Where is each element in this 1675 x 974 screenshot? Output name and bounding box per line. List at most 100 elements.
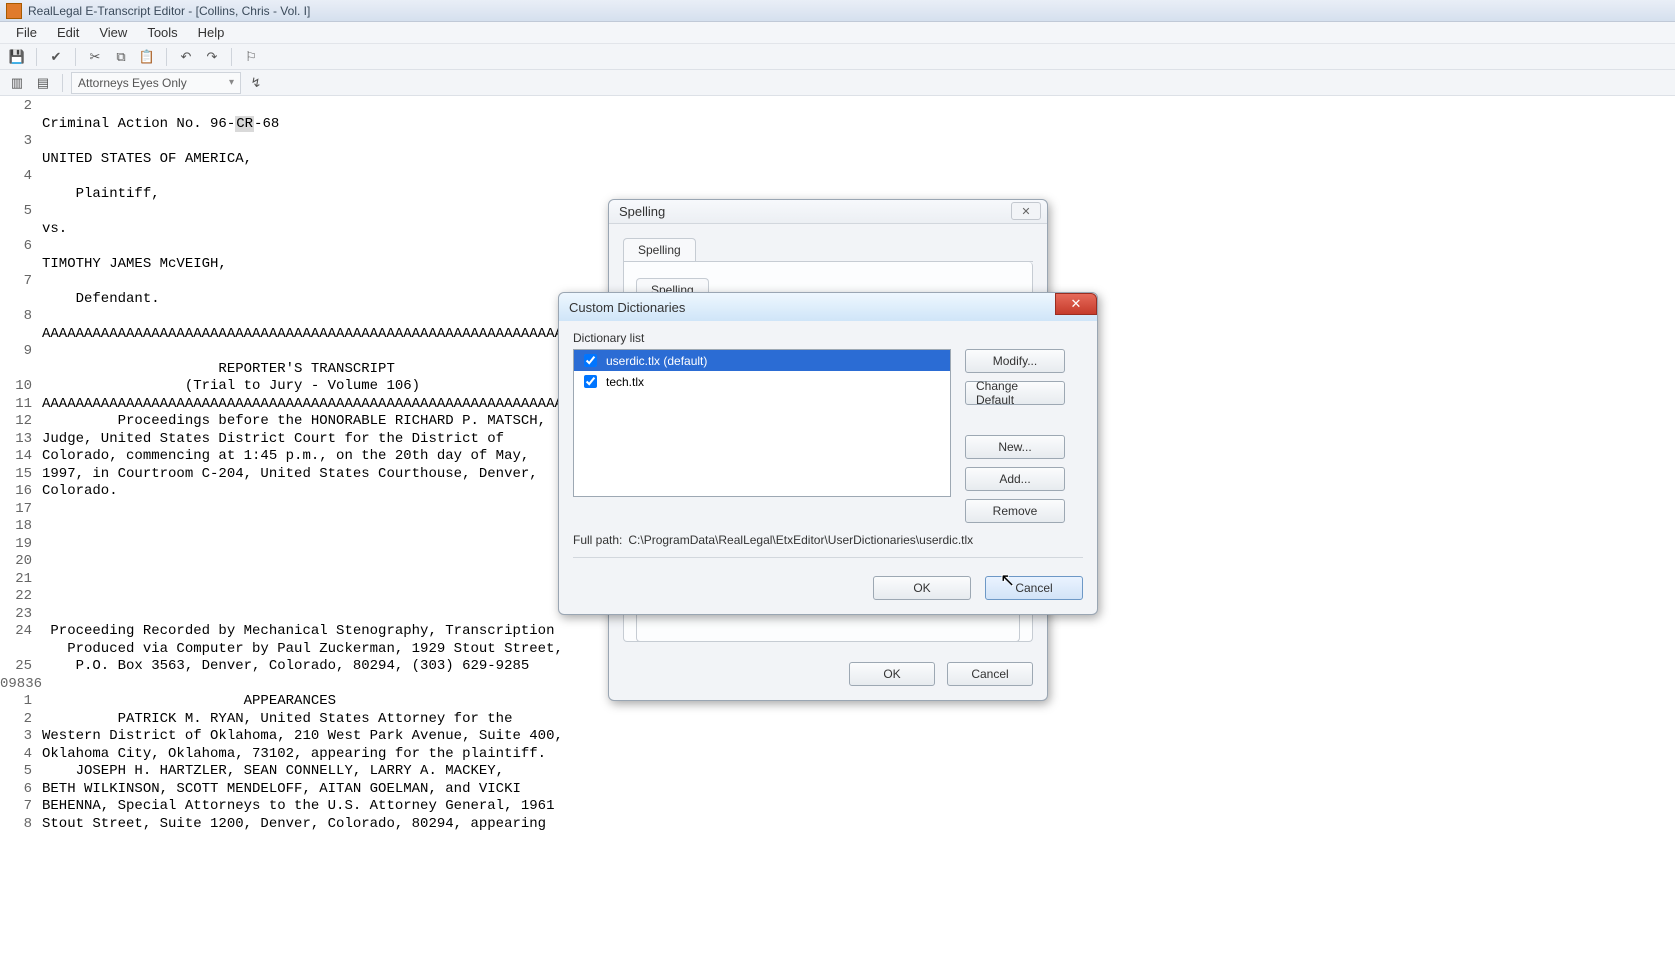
line-number: 5 xyxy=(0,763,42,781)
check-icon[interactable]: ✔ xyxy=(45,46,67,68)
line-text: Stout Street, Suite 1200, Denver, Colora… xyxy=(42,816,546,834)
line-text: Oklahoma City, Oklahoma, 73102, appearin… xyxy=(42,746,546,764)
line-text: (Trial to Jury - Volume 106) xyxy=(42,378,420,396)
editor-line[interactable]: UNITED STATES OF AMERICA, xyxy=(0,151,1675,169)
flag-icon[interactable]: ⚐ xyxy=(240,46,262,68)
toolbar-secondary: ▥ ▤ Attorneys Eyes Only ▾ ↯ xyxy=(0,70,1675,96)
line-text: REPORTER'S TRANSCRIPT xyxy=(42,361,395,379)
stamp2-icon[interactable]: ▤ xyxy=(32,72,54,94)
spelling-dialog-close-icon[interactable]: ✕ xyxy=(1011,202,1041,220)
line-text: Proceedings before the HONORABLE RICHARD… xyxy=(42,413,546,431)
line-number xyxy=(0,291,42,309)
line-number: 20 xyxy=(0,553,42,571)
wand-icon[interactable]: ↯ xyxy=(245,72,267,94)
menu-file[interactable]: File xyxy=(6,23,47,42)
dictionary-checkbox[interactable] xyxy=(584,375,597,388)
line-number xyxy=(0,221,42,239)
dictionary-list[interactable]: userdic.tlx (default) tech.tlx xyxy=(573,349,951,497)
title-bar: RealLegal E-Transcript Editor - [Collins… xyxy=(0,0,1675,22)
spelling-ok-button[interactable]: OK xyxy=(849,662,935,686)
stamp-icon[interactable]: ▥ xyxy=(6,72,28,94)
editor-line[interactable]: 8Stout Street, Suite 1200, Denver, Color… xyxy=(0,816,1675,834)
menu-tools[interactable]: Tools xyxy=(137,23,187,42)
fullpath-label: Full path: xyxy=(573,533,622,547)
spelling-tab[interactable]: Spelling xyxy=(623,238,696,261)
editor-line[interactable]: 7BEHENNA, Special Attorneys to the U.S. … xyxy=(0,798,1675,816)
cd-close-icon[interactable]: ✕ xyxy=(1055,293,1097,315)
cut-icon[interactable]: ✂ xyxy=(84,46,106,68)
modify-button[interactable]: Modify... xyxy=(965,349,1065,373)
line-number: 14 xyxy=(0,448,42,466)
line-number: 17 xyxy=(0,501,42,519)
line-text: vs. xyxy=(42,221,67,239)
editor-line[interactable]: 3Western District of Oklahoma, 210 West … xyxy=(0,728,1675,746)
editor-line[interactable]: 5 JOSEPH H. HARTZLER, SEAN CONNELLY, LAR… xyxy=(0,763,1675,781)
line-number: 15 xyxy=(0,466,42,484)
app-icon xyxy=(6,3,22,19)
new-button[interactable]: New... xyxy=(965,435,1065,459)
editor-line[interactable]: 2 PATRICK M. RYAN, United States Attorne… xyxy=(0,711,1675,729)
window-title: RealLegal E-Transcript Editor - [Collins… xyxy=(28,4,310,18)
redo-icon[interactable]: ↷ xyxy=(201,46,223,68)
line-number: 4 xyxy=(0,746,42,764)
line-text: TIMOTHY JAMES McVEIGH, xyxy=(42,256,227,274)
dictionary-row[interactable]: userdic.tlx (default) xyxy=(574,350,950,371)
line-number: 6 xyxy=(0,781,42,799)
spelling-dialog-title: Spelling xyxy=(619,204,665,219)
spelling-dialog-title-bar[interactable]: Spelling ✕ xyxy=(609,200,1047,224)
paste-icon[interactable]: 📋 xyxy=(136,46,158,68)
undo-icon[interactable]: ↶ xyxy=(175,46,197,68)
line-number: 19 xyxy=(0,536,42,554)
line-number: 13 xyxy=(0,431,42,449)
line-number xyxy=(0,186,42,204)
line-number xyxy=(0,326,42,344)
add-button[interactable]: Add... xyxy=(965,467,1065,491)
line-text: PATRICK M. RYAN, United States Attorney … xyxy=(42,711,512,729)
editor-line[interactable]: 4Oklahoma City, Oklahoma, 73102, appeari… xyxy=(0,746,1675,764)
dictionary-label: tech.tlx xyxy=(606,375,644,389)
line-text: AAAAAAAAAAAAAAAAAAAAAAAAAAAAAAAAAAAAAAAA… xyxy=(42,396,588,414)
change-default-button[interactable]: Change Default xyxy=(965,381,1065,405)
menu-help[interactable]: Help xyxy=(188,23,235,42)
line-number: 5 xyxy=(0,203,42,221)
menu-view[interactable]: View xyxy=(89,23,137,42)
line-number: 8 xyxy=(0,308,42,326)
line-text: APPEARANCES xyxy=(42,693,336,711)
line-number: 25 xyxy=(0,658,42,676)
copy-icon[interactable]: ⧉ xyxy=(110,46,132,68)
editor-line[interactable]: 6BETH WILKINSON, SCOTT MENDELOFF, AITAN … xyxy=(0,781,1675,799)
line-text: Plaintiff, xyxy=(42,186,160,204)
cd-ok-button[interactable]: OK xyxy=(873,576,971,600)
line-number: 3 xyxy=(0,133,42,151)
remove-button[interactable]: Remove xyxy=(965,499,1065,523)
dictionary-checkbox[interactable] xyxy=(584,354,597,367)
line-number: 1 xyxy=(0,693,42,711)
editor-line[interactable]: 3 xyxy=(0,133,1675,151)
editor-line[interactable]: 4 xyxy=(0,168,1675,186)
menu-edit[interactable]: Edit xyxy=(47,23,89,42)
toolbar-main: 💾 ✔ ✂ ⧉ 📋 ↶ ↷ ⚐ xyxy=(0,44,1675,70)
editor-line[interactable]: 2 xyxy=(0,98,1675,116)
combo-label: Attorneys Eyes Only xyxy=(78,76,187,90)
line-text: Criminal Action No. 96-CR-68 xyxy=(42,116,279,134)
dictionary-row[interactable]: tech.tlx xyxy=(574,371,950,392)
editor-line[interactable]: Criminal Action No. 96-CR-68 xyxy=(0,116,1675,134)
stamp-combo[interactable]: Attorneys Eyes Only ▾ xyxy=(71,72,241,94)
line-number: 7 xyxy=(0,798,42,816)
chevron-down-icon: ▾ xyxy=(229,77,234,88)
mouse-cursor-icon: ↖ xyxy=(1000,570,1015,591)
line-number: 2 xyxy=(0,711,42,729)
line-number: 22 xyxy=(0,588,42,606)
cd-title-bar[interactable]: Custom Dictionaries ✕ xyxy=(559,293,1097,321)
line-number xyxy=(0,641,42,659)
line-text: Defendant. xyxy=(42,291,160,309)
line-text: JOSEPH H. HARTZLER, SEAN CONNELLY, LARRY… xyxy=(42,763,504,781)
line-number: 4 xyxy=(0,168,42,186)
line-number: 24 xyxy=(0,623,42,641)
save-icon[interactable]: 💾 xyxy=(6,46,28,68)
line-number xyxy=(0,256,42,274)
line-text: Produced via Computer by Paul Zuckerman,… xyxy=(42,641,563,659)
cd-title: Custom Dictionaries xyxy=(569,300,685,315)
line-text: 1997, in Courtroom C-204, United States … xyxy=(42,466,538,484)
spelling-cancel-button[interactable]: Cancel xyxy=(947,662,1033,686)
